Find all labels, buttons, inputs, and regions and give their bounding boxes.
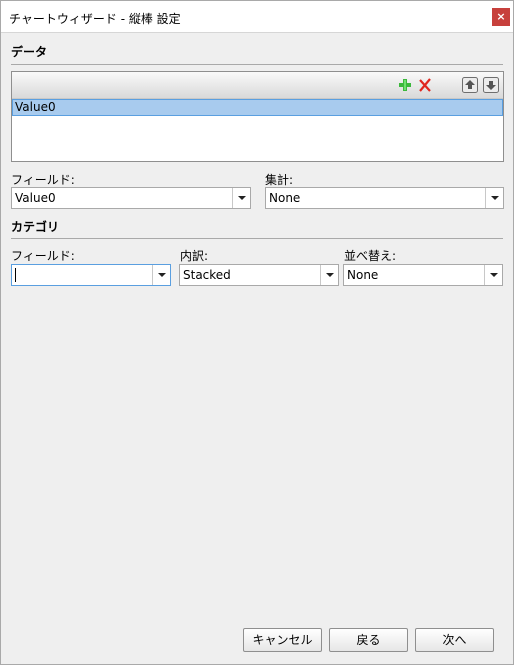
data-section-divider xyxy=(11,64,503,65)
green-plus-icon[interactable] xyxy=(397,77,413,93)
back-button[interactable]: 戻る xyxy=(329,628,408,652)
aggregate-label: 集計: xyxy=(265,173,294,187)
chevron-down-icon[interactable] xyxy=(152,265,170,285)
title-bar[interactable]: チャートウィザード - 縦棒 設定 × xyxy=(1,1,513,33)
chart-wizard-dialog: チャートウィザード - 縦棒 設定 × データ Value0 フィールド: Va… xyxy=(0,0,514,665)
category-field-label: フィールド: xyxy=(11,249,75,263)
cancel-button[interactable]: キャンセル xyxy=(243,628,322,652)
window-title: チャートウィザード - 縦棒 設定 xyxy=(9,12,181,26)
sort-select[interactable]: None xyxy=(343,264,503,286)
red-x-icon[interactable] xyxy=(417,77,433,93)
data-field-value: Value0 xyxy=(15,191,56,205)
chevron-down-icon[interactable] xyxy=(484,265,502,285)
category-field-select[interactable] xyxy=(11,264,171,286)
aggregate-value: None xyxy=(269,191,301,205)
chevron-down-icon[interactable] xyxy=(232,188,250,208)
category-section-title: カテゴリ xyxy=(11,220,60,234)
data-series-list[interactable]: Value0 xyxy=(11,71,504,162)
category-section-divider xyxy=(11,238,503,239)
list-item[interactable]: Value0 xyxy=(12,99,503,116)
data-field-select[interactable]: Value0 xyxy=(11,187,251,209)
chevron-down-icon[interactable] xyxy=(320,265,338,285)
move-down-icon[interactable] xyxy=(483,77,499,93)
chevron-down-icon[interactable] xyxy=(485,188,503,208)
sort-value: None xyxy=(347,268,379,282)
text-caret xyxy=(15,268,16,282)
sort-label: 並べ替え: xyxy=(344,249,397,263)
breakdown-label: 内訳: xyxy=(180,249,209,263)
breakdown-value: Stacked xyxy=(183,268,231,282)
move-up-icon[interactable] xyxy=(462,77,478,93)
breakdown-select[interactable]: Stacked xyxy=(179,264,339,286)
aggregate-select[interactable]: None xyxy=(265,187,504,209)
next-button[interactable]: 次へ xyxy=(415,628,494,652)
data-list-toolbar xyxy=(12,72,503,99)
data-field-label: フィールド: xyxy=(11,173,75,187)
close-button[interactable]: × xyxy=(492,8,510,26)
data-section-title: データ xyxy=(11,45,48,59)
